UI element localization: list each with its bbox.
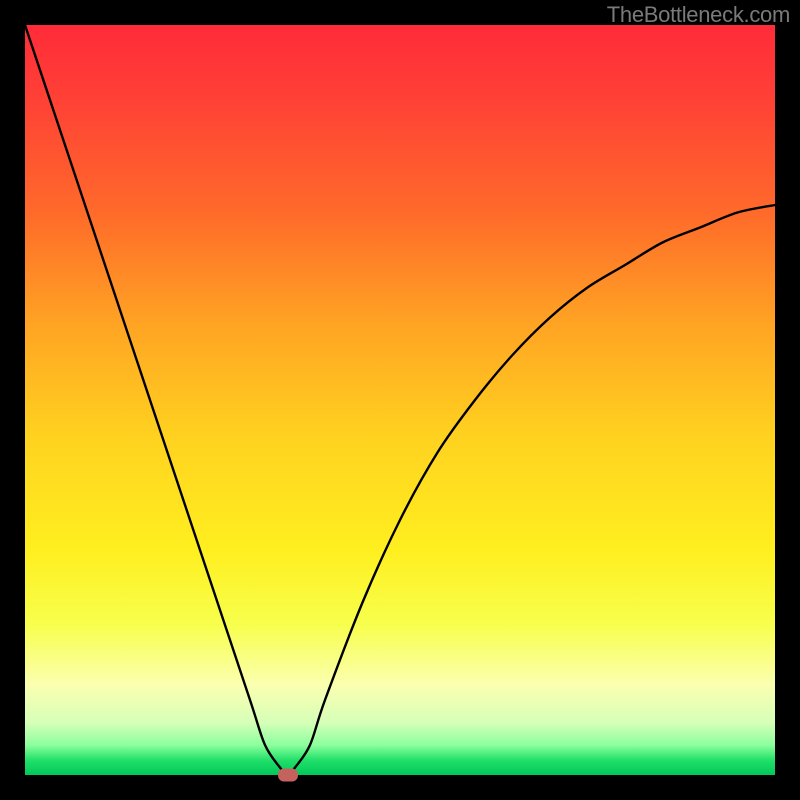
attribution-label: TheBottleneck.com: [607, 2, 790, 28]
plot-area: [25, 25, 775, 775]
optimal-point-marker: [278, 769, 298, 782]
curve-svg: [25, 25, 775, 775]
chart-frame: TheBottleneck.com: [0, 0, 800, 800]
bottleneck-curve: [25, 25, 775, 775]
